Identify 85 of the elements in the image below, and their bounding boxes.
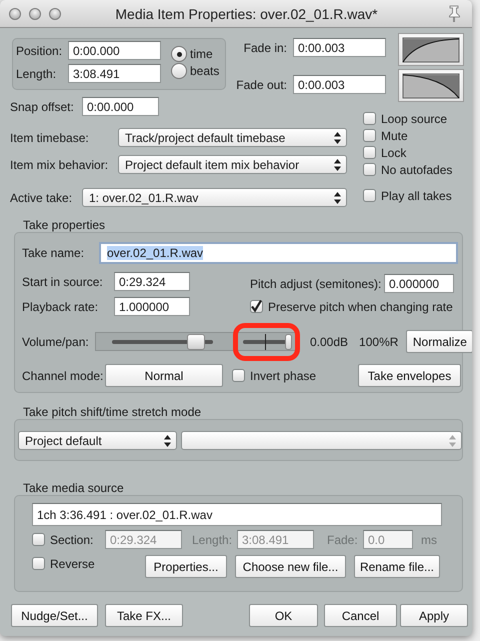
checkbox-label: Invert phase [250,368,316,382]
checkbox-label: No autofades [381,162,452,176]
updown-arrows-icon [449,434,456,446]
checkbox-label: Mute [381,128,408,142]
checkbox[interactable] [32,533,45,546]
ok-button[interactable]: OK [249,604,318,627]
field-label: Volume/pan: [22,334,90,348]
text-field[interactable]: 0:00.003 [293,75,386,94]
volume-slider[interactable] [112,332,213,350]
text-field[interactable]: 0.000000 [384,274,454,293]
field-label: Channel mode: [22,368,104,382]
unit-label: ms [421,532,437,546]
pitch-mode-dropdown[interactable]: Project default [18,431,177,450]
mix-behavior-dropdown[interactable]: Project default item mix behavior [118,155,347,174]
checkbox[interactable] [363,146,376,159]
text-field[interactable]: 3:08.491 [68,64,161,83]
updown-arrows-icon [334,158,341,170]
zoom-button[interactable] [49,8,61,20]
field-label: Start in source: [22,274,104,288]
choose-file-button[interactable]: Choose new file... [235,555,346,578]
checkbox[interactable] [32,557,45,570]
fade-in-curve-icon[interactable] [398,33,464,66]
field-label: Item mix behavior: [10,158,110,172]
text-field[interactable]: 0:00.000 [82,97,159,116]
text-field[interactable]: 0:29.324 [114,272,190,291]
field-label: Fade: [327,532,359,546]
take-fx-button[interactable]: Take FX... [105,604,183,627]
checkbox[interactable] [363,189,376,202]
properties-button[interactable]: Properties... [145,555,227,578]
radio-button[interactable] [171,63,187,79]
pan-reading: 100%R [359,334,398,348]
radio-label: time [190,47,213,61]
minimize-button[interactable] [29,8,41,20]
checkbox[interactable] [363,163,376,176]
updown-arrows-icon [334,192,341,204]
field-label: Item timebase: [10,130,90,144]
checkbox-label: Loop source [381,112,448,126]
take-name-field[interactable]: over.02_01.R.wav [99,242,458,264]
apply-button[interactable]: Apply [400,604,468,627]
checkbox-label: Reverse [50,556,95,570]
field-label: Snap offset: [10,100,75,114]
checkbox[interactable] [232,369,245,382]
text-field[interactable]: 0:00.000 [68,41,161,60]
channel-mode-button[interactable]: Normal [105,364,223,387]
close-button[interactable] [9,8,21,20]
text-field[interactable]: 1.000000 [114,297,190,316]
section-title: Take pitch shift/time stretch mode [23,405,202,420]
normalize-button[interactable]: Normalize [406,330,472,353]
field-label: Fade in: [242,40,287,54]
cancel-button[interactable]: Cancel [324,604,397,627]
nudge-set-button[interactable]: Nudge/Set... [11,604,98,627]
volume-reading: 0.00dB [310,334,348,348]
field-label: Length: [16,66,58,80]
text-field[interactable]: 0:00.003 [293,38,386,57]
field-label: Position: [16,44,64,58]
field-label: Take name: [22,246,86,260]
updown-arrows-icon [164,434,171,446]
timebase-dropdown[interactable]: Track/project default timebase [118,128,347,147]
field-label: Pitch adjust (semitones): [250,276,382,290]
section-title: Take properties [23,218,106,233]
radio-label: beats [190,64,220,78]
slider-thumb[interactable] [187,334,206,350]
section-title: Take media source [23,481,125,496]
submode-dropdown[interactable] [181,431,462,450]
checkbox[interactable] [250,300,263,313]
pin-icon[interactable] [446,5,462,22]
checkbox[interactable] [363,112,376,125]
radio-button[interactable] [171,46,187,62]
field-label: Playback rate: [22,300,100,314]
rename-file-button[interactable]: Rename file... [354,555,440,578]
take-envelopes-button[interactable]: Take envelopes [358,364,461,387]
active-take-dropdown[interactable]: 1: over.02_01.R.wav [82,188,347,207]
updown-arrows-icon [334,132,341,144]
checkbox-label: Preserve pitch when changing rate [268,300,453,314]
field-label: Fade out: [235,78,287,92]
checkbox-label: Lock [381,146,406,160]
checkbox[interactable] [363,129,376,142]
field-label: Active take: [10,190,74,204]
checkbox-label: Play all takes [381,188,452,202]
field-label: Length: [192,532,234,546]
checkbox-label: Section: [50,532,94,546]
fade-out-curve-icon[interactable] [398,69,464,102]
window-title: Media Item Properties: over.02_01.R.wav* [114,6,379,22]
slider-thumb[interactable] [284,334,292,350]
source-info-field[interactable]: 1ch 3:36.491 : over.02_01.R.wav [32,503,442,526]
